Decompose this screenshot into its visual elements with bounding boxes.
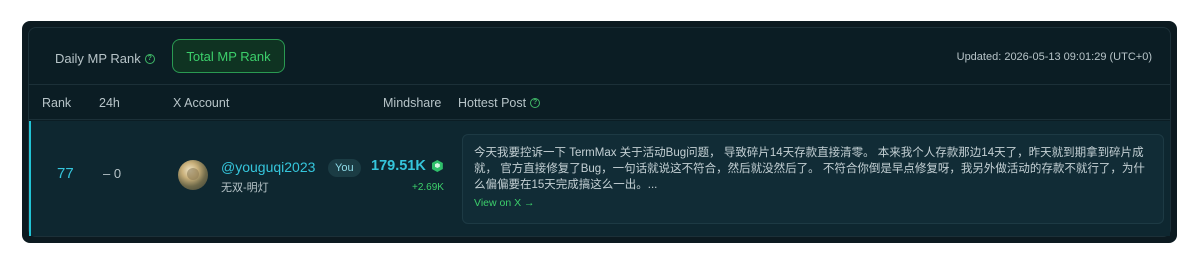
change-24h-value: – 0 <box>103 166 122 181</box>
tab-daily-mp-rank[interactable]: Daily MP Rank ? <box>55 51 155 66</box>
mindshare-delta: +2.69K <box>412 182 444 193</box>
leaderboard-panel: Daily MP Rank ? Total MP Rank Updated: 2… <box>22 21 1177 243</box>
mindshare-cell: 179.51K <box>371 158 443 174</box>
mindshare-value: 179.51K <box>371 158 426 174</box>
post-text: 今天我要控诉一下 TermMax 关于活动Bug问题， 导致碎片14天存款直接清… <box>474 147 1145 191</box>
tab-total-mp-rank[interactable]: Total MP Rank <box>172 39 285 73</box>
hottest-post-label: Hottest Post <box>458 96 527 110</box>
column-header-hottest-post: Hottest Post ? <box>458 96 541 110</box>
table-row[interactable]: 77 – 0 @youguqi2023 You 无双-明灯 179.51K +2… <box>29 121 1170 236</box>
help-icon[interactable]: ? <box>530 98 541 108</box>
view-on-x-link[interactable]: View on X → <box>474 197 535 209</box>
updated-timestamp: Updated: 2026-05-13 09:01:29 (UTC+0) <box>956 51 1152 63</box>
hottest-post-card[interactable]: 今天我要控诉一下 TermMax 关于活动Bug问题， 导致碎片14天存款直接清… <box>462 134 1164 224</box>
cube-icon <box>431 160 443 172</box>
leaderboard-card: Daily MP Rank ? Total MP Rank Updated: 2… <box>28 27 1171 237</box>
rank-value: 77 <box>57 165 74 182</box>
column-header-account: X Account <box>173 96 230 110</box>
help-icon[interactable]: ? <box>144 53 155 64</box>
divider <box>29 84 1170 85</box>
you-badge: You <box>328 159 361 177</box>
column-header-rank: Rank <box>42 96 72 110</box>
column-header-mindshare: Mindshare <box>383 96 442 110</box>
divider <box>29 119 1170 120</box>
account-handle[interactable]: @youguqi2023 <box>221 159 315 175</box>
account-nickname: 无双-明灯 <box>221 182 269 194</box>
avatar[interactable] <box>178 160 208 190</box>
tab-daily-label: Daily MP Rank <box>55 51 141 66</box>
tab-total-label: Total MP Rank <box>186 48 271 64</box>
column-header-24h: 24h <box>99 96 120 110</box>
